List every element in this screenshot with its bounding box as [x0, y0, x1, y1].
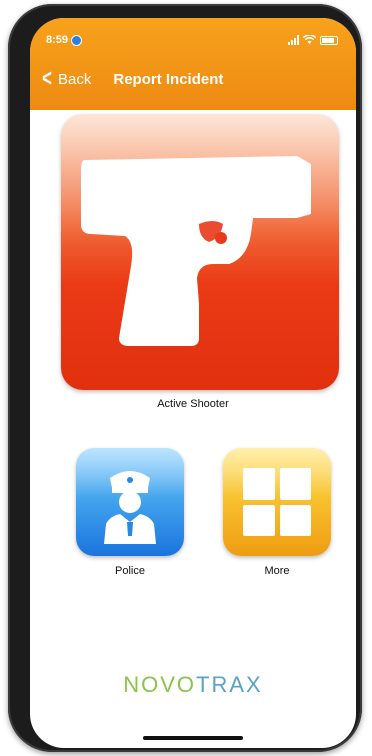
- home-indicator: [143, 736, 243, 740]
- logo-part-trax: TRAX: [196, 672, 263, 697]
- more-button[interactable]: [223, 448, 331, 556]
- location-icon: [71, 34, 83, 46]
- active-shooter-button[interactable]: [61, 114, 339, 390]
- back-button[interactable]: < Back: [40, 67, 91, 91]
- phone-frame: 8:59 < Back Report Incident Active Shoot…: [8, 4, 362, 752]
- app-screen: 8:59 < Back Report Incident Active Shoot…: [30, 18, 356, 748]
- police-officer-icon: [104, 471, 156, 544]
- more-label: More: [264, 565, 290, 577]
- status-icons: [288, 35, 338, 45]
- active-shooter-label: Active Shooter: [157, 398, 229, 410]
- battery-icon: [320, 35, 338, 45]
- status-time: 8:59: [46, 34, 69, 46]
- novotrax-logo: NOVOTRAX: [30, 672, 356, 698]
- page-title: Report Incident: [113, 70, 224, 88]
- handgun-icon: [81, 156, 311, 346]
- navigation-bar: < Back Report Incident: [40, 64, 346, 94]
- signal-icon: [288, 35, 299, 45]
- status-time-group: 8:59: [46, 34, 83, 46]
- header-bar: 8:59 < Back Report Incident: [30, 18, 356, 110]
- wifi-icon: [303, 35, 316, 44]
- chevron-left-icon: <: [42, 65, 52, 92]
- logo-part-novo: NOVO: [123, 672, 197, 697]
- police-label: Police: [115, 565, 145, 577]
- back-button-label: Back: [58, 70, 92, 88]
- status-bar: 8:59: [46, 30, 338, 50]
- grid-icon: [243, 468, 311, 536]
- police-button[interactable]: [76, 448, 184, 556]
